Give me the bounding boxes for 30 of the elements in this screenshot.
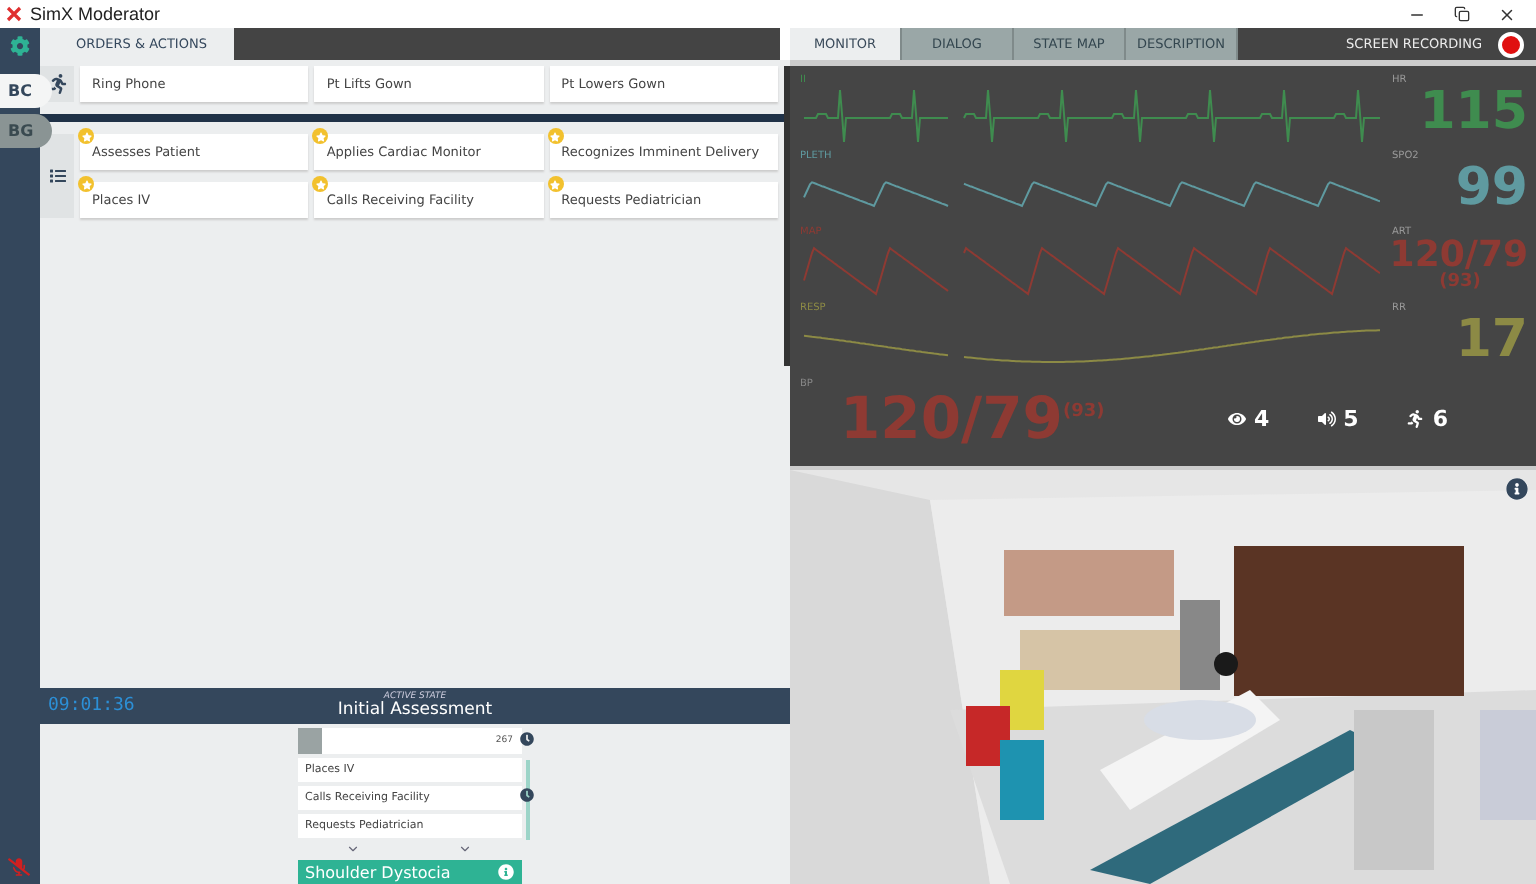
info-icon[interactable]: [1506, 478, 1528, 500]
chevron-down-icon[interactable]: [458, 842, 472, 856]
vital-value: 120/79: [1389, 238, 1528, 274]
active-state-name: Initial Assessment: [337, 702, 493, 719]
restore-icon[interactable]: [1454, 5, 1470, 21]
vital-value: 115: [1419, 86, 1528, 138]
counter: 6: [1406, 406, 1448, 432]
window-title: SimX Moderator: [30, 4, 163, 24]
sidebar-tab[interactable]: BC: [0, 74, 52, 108]
list-icon: [49, 168, 65, 184]
clock-icon[interactable]: [519, 788, 533, 802]
running-person-icon: [1406, 410, 1425, 428]
close-icon[interactable]: [1498, 5, 1516, 23]
app-logo-icon: [6, 6, 22, 22]
clock-icon[interactable]: [519, 732, 533, 746]
vital-mean: (93): [1439, 274, 1481, 292]
record-button[interactable]: [1498, 31, 1524, 57]
vital-value: 17: [1455, 314, 1528, 366]
vital-value: 99: [1455, 162, 1528, 214]
bp-mean: (93): [1062, 402, 1105, 422]
bp-value: 120/79: [840, 390, 1063, 448]
counter: 5: [1317, 406, 1359, 432]
speaker-icon: [1317, 410, 1336, 428]
state-thumbnail: [297, 728, 321, 754]
eye-icon: [1228, 410, 1246, 428]
running-person-icon: [47, 74, 67, 94]
timer: 09:01:36: [46, 696, 137, 716]
settings-icon[interactable]: [10, 36, 30, 56]
counter: 4: [1228, 406, 1270, 432]
chevron-down-icon[interactable]: [346, 842, 360, 856]
